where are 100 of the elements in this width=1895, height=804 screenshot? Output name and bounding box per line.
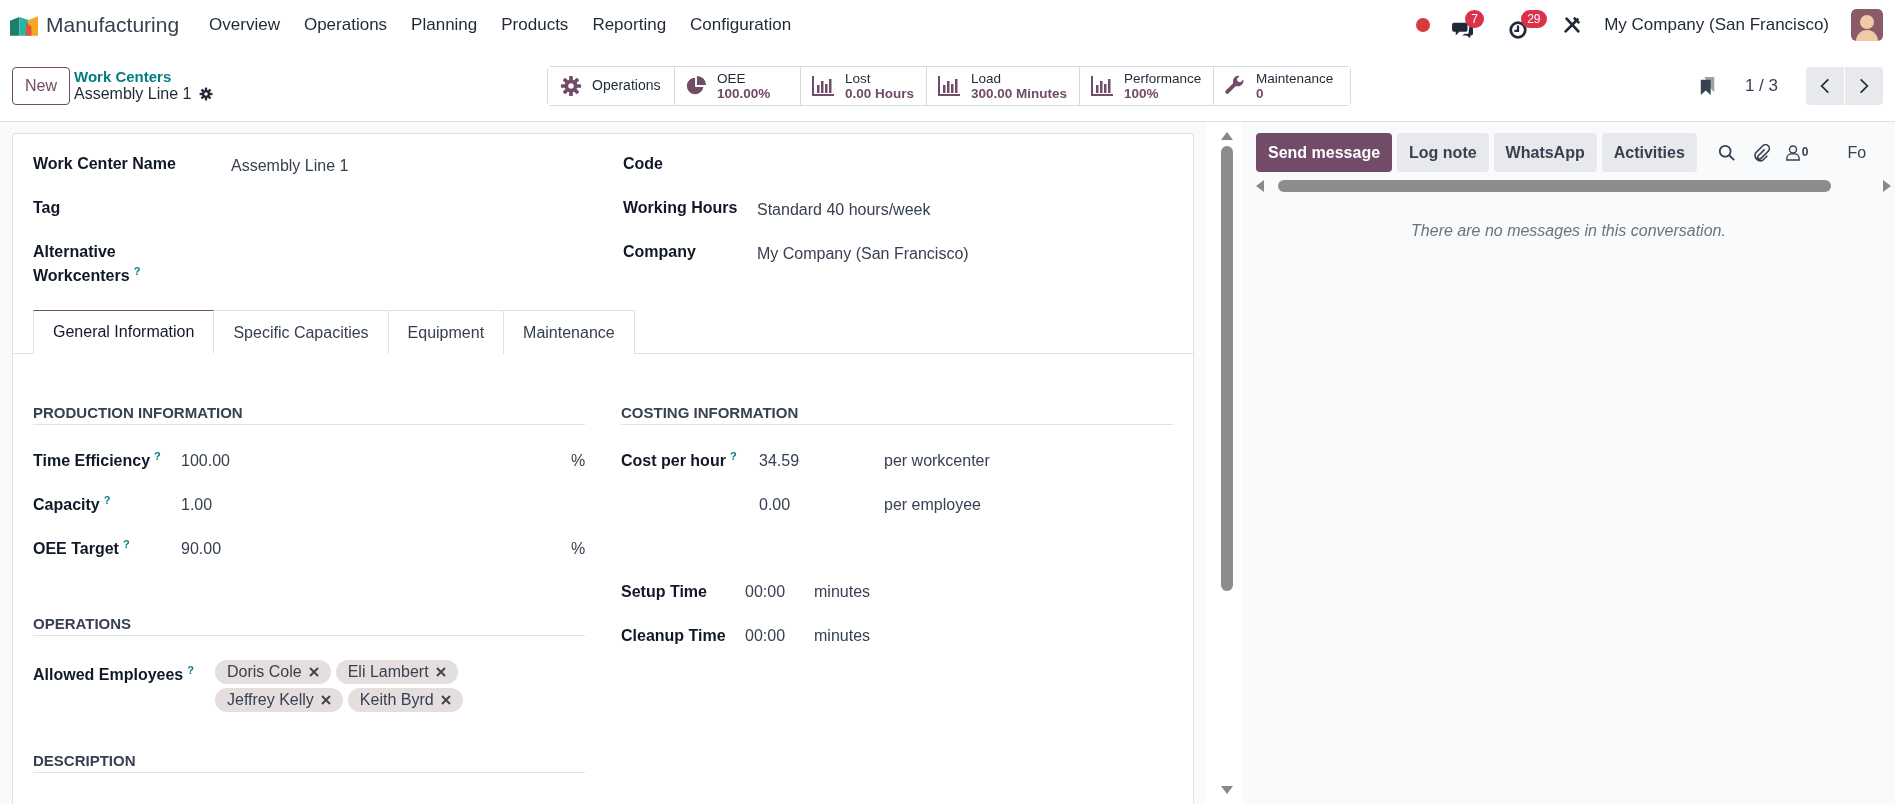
field-label: Allowed Employees [33,666,184,683]
status-dot [1416,18,1431,32]
bar-chart-icon [1090,74,1114,97]
pie-chart-icon [685,74,707,97]
employee-tag[interactable]: Jeffrey Kelly [215,688,343,712]
field-value: 00:00 [745,583,786,600]
menu-item[interactable]: Reporting [592,15,667,35]
previous-button[interactable] [1806,66,1844,105]
followers-button[interactable]: 0 [1785,144,1809,161]
new-button[interactable]: New [12,66,70,105]
field-label: Cost per hour [621,452,726,469]
scroll-down-icon [1221,786,1233,794]
bookmark-icon [1698,75,1717,96]
scroll-up-icon [1221,132,1233,140]
scroll-left-icon [1256,180,1264,192]
unit-label: per employee [884,495,981,515]
field-label: Code [623,155,663,172]
menu-item[interactable]: Products [501,15,569,35]
breadcrumb-link[interactable]: Work Centers [74,68,214,85]
chevron-left-icon [1820,76,1830,95]
help-icon[interactable]: ? [103,494,111,506]
tab[interactable]: Equipment [388,310,505,354]
section-title: COSTING INFORMATION [621,404,799,421]
gear-icon [560,74,582,97]
field-label: Company [623,243,696,260]
scrollbar-thumb[interactable] [1278,180,1831,192]
tab[interactable]: Specific Capacities [214,310,389,354]
unit-label: per workcenter [884,451,990,471]
section-title: DESCRIPTION [33,752,136,769]
help-icon[interactable]: ? [122,538,130,550]
help-icon[interactable]: ? [133,265,141,277]
section-title: OPERATIONS [33,615,132,632]
field-value: 100.00 [181,452,230,469]
section-title: PRODUCTION INFORMATION [33,404,243,421]
company-switcher[interactable]: My Company (San Francisco) [1604,15,1829,35]
chatter-button[interactable]: Send message [1256,133,1393,172]
count-badge: 29 [1521,10,1547,28]
tab[interactable]: Maintenance [504,310,635,354]
menu-item[interactable]: Operations [303,15,388,35]
field-label: Work Center Name [33,155,176,172]
field-value: 34.59 [759,452,800,469]
field-label: Setup Time [621,583,707,600]
chat-button[interactable]: 7 [1452,10,1497,40]
help-icon[interactable]: ? [187,664,194,676]
avatar-icon [1851,9,1883,41]
tab[interactable]: General Information [33,310,215,354]
unit-label: minutes [814,626,871,646]
chatter-button[interactable]: Log note [1397,133,1489,172]
app-name[interactable]: Manufacturing [46,13,180,37]
field-value: Standard 40 hours/week [757,201,931,218]
paperclip-icon [1751,143,1770,162]
next-button[interactable] [1845,66,1883,105]
empty-message: There are no messages in this conversation. [1411,222,1726,239]
app-logo-icon [10,14,38,36]
unit-label: % [571,452,586,469]
field-label: OEE Target [33,540,119,557]
field-label: Tag [33,199,61,216]
person-icon [1785,144,1800,161]
pager-value[interactable]: 1 / 3 [1744,75,1778,96]
chatter-button[interactable]: Activities [1601,133,1697,172]
remove-icon [440,695,451,705]
employee-tag[interactable]: Eli Lambert [335,660,458,684]
bar-chart-icon [811,74,835,97]
menu-item[interactable]: Configuration [690,15,792,35]
unit-label: % [571,540,586,557]
menu-item[interactable]: Overview [209,15,280,35]
activity-button[interactable]: 29 [1508,10,1551,40]
gear-icon [199,87,214,101]
count-badge: 7 [1465,10,1484,28]
field-label: Working Hours [623,199,738,216]
field-value: 1.00 [181,496,213,513]
menu-item[interactable]: Planning [411,15,478,35]
field-label: Cleanup Time [621,627,726,644]
remove-icon [435,667,446,677]
search-icon [1717,143,1736,162]
clock-icon [1508,20,1529,40]
field-label: Capacity [33,496,100,513]
remove-icon [308,667,319,677]
employee-tag[interactable]: Doris Cole [215,660,331,684]
chevron-right-icon [1859,76,1869,95]
record-name: Assembly Line 1 [74,85,192,103]
follow-button[interactable]: Fo [1847,143,1867,162]
field-value: My Company (San Francisco) [757,245,969,262]
remove-icon [320,695,331,705]
smart-button[interactable]: Operations [548,66,675,105]
field-value: Assembly Line 1 [231,157,349,174]
bar-chart-icon [937,74,961,97]
scrollbar-thumb[interactable] [1221,146,1233,591]
tools-icon [1562,15,1583,35]
wrench-icon [1224,74,1246,97]
field-label: Alternative Workcenters [33,243,130,284]
field-value: 90.00 [181,540,222,557]
field-value: 00:00 [745,627,786,644]
help-icon[interactable]: ? [729,450,737,462]
chatter-button[interactable]: WhatsApp [1493,133,1597,172]
scroll-right-icon [1883,180,1891,192]
help-icon[interactable]: ? [154,450,161,462]
unit-label: minutes [814,582,871,602]
field-value: 0.00 [759,496,791,513]
employee-tag[interactable]: Keith Byrd [347,688,463,712]
